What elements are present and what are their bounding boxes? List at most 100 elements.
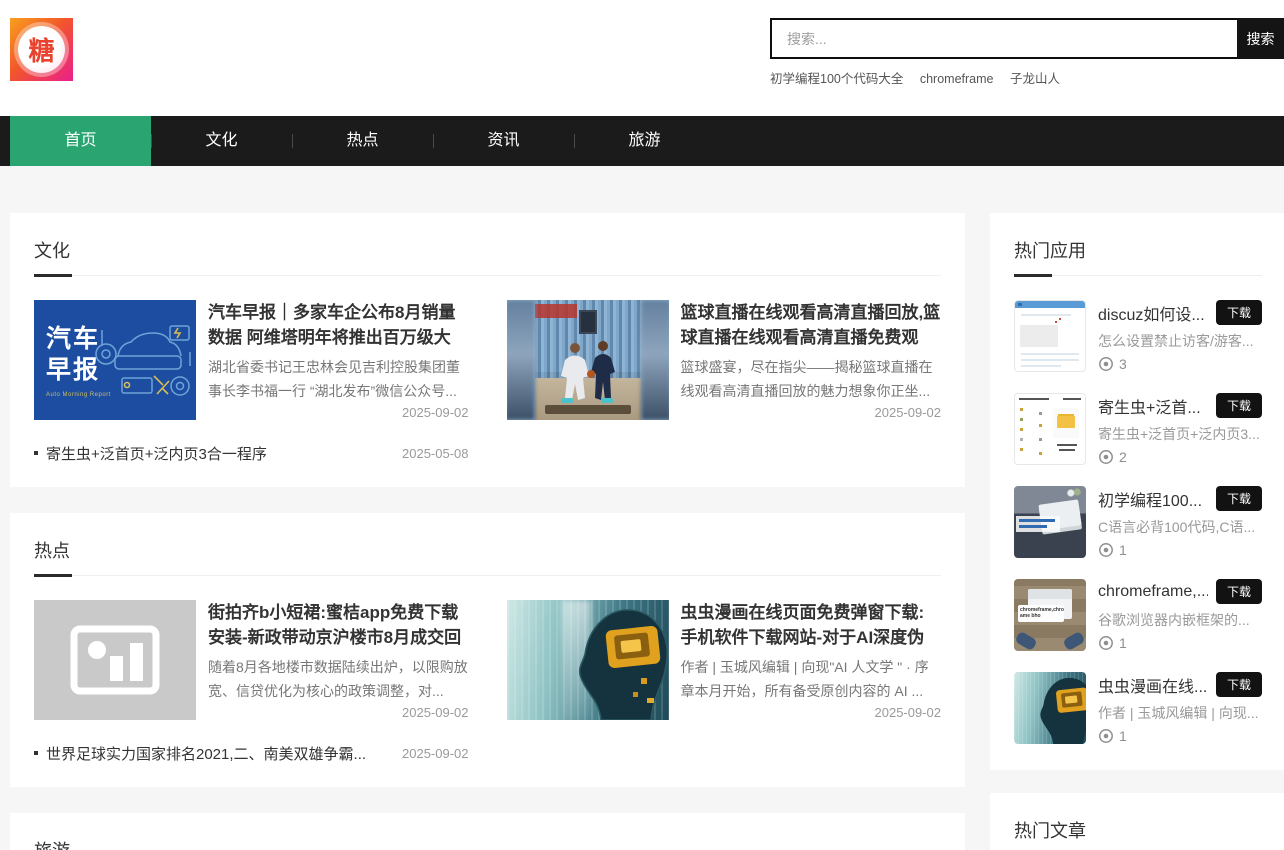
download-button[interactable]: 下载 <box>1216 486 1262 511</box>
download-button[interactable]: 下载 <box>1216 300 1262 325</box>
article-title[interactable]: 篮球直播在线观看高清直播回放,篮球直播在线观看高清直播免费观看... <box>681 300 942 350</box>
views-eye-icon <box>1098 449 1114 465</box>
bullet-icon <box>34 751 38 755</box>
search-area: 搜索 初学编程100个代码大全 chromeframe 子龙山人 <box>770 18 1284 87</box>
article-street[interactable]: 街拍齐b小短裙:蜜桔app免费下载安装-新政带动京沪楼市8月成交回升... 随着… <box>34 600 469 720</box>
news-list-item[interactable]: 寄生虫+泛首页+泛内页3合一程序 2025-05-08 <box>34 438 469 468</box>
nav-item-travel[interactable]: 旅游 <box>574 116 715 166</box>
app-views: 1 <box>1098 635 1262 651</box>
download-button[interactable]: 下载 <box>1216 672 1262 697</box>
hot-search-links: 初学编程100个代码大全 chromeframe 子龙山人 <box>770 68 1284 87</box>
sidebar-title: 热门应用 <box>1014 237 1262 263</box>
app-views: 1 <box>1098 728 1262 744</box>
article-image-basketball[interactable] <box>507 300 669 420</box>
app-title[interactable]: chromeframe,... <box>1098 583 1208 601</box>
hot-link-3[interactable]: 子龙山人 <box>1010 72 1060 86</box>
ai-head-art-small <box>1022 672 1086 744</box>
article-ai[interactable]: 虫虫漫画在线页面免费弹窗下载:手机软件下载网站-对于AI深度伪造... 作者 |… <box>507 600 942 720</box>
hot-link-1[interactable]: 初学编程100个代码大全 <box>770 72 903 86</box>
section-title: 文化 <box>34 237 941 263</box>
news-date: 2025-09-02 <box>402 746 469 761</box>
hot-link-2[interactable]: chromeframe <box>920 72 994 86</box>
main-nav: 首页 文化 热点 资讯 旅游 <box>0 116 1284 166</box>
app-thumbnail-discuz[interactable] <box>1014 300 1086 372</box>
chromeframe-label: chromeframe,chromefr ame bho <box>1018 605 1064 622</box>
section-header: 热点 <box>34 537 941 576</box>
main-column: 文化 汽车 早报 Auto Morning Report <box>10 213 965 850</box>
app-desc: 怎么设置禁止访客/游客... <box>1098 331 1262 351</box>
sidebar-hot-articles: 热门文章 <box>990 793 1284 850</box>
app-thumbnail-ai[interactable] <box>1014 672 1086 744</box>
nav-item-culture[interactable]: 文化 <box>151 116 292 166</box>
app-thumbnail-desk[interactable] <box>1014 486 1086 558</box>
app-desc: 谷歌浏览器内嵌框架的... <box>1098 610 1262 630</box>
article-image-placeholder[interactable] <box>34 600 196 720</box>
site-logo[interactable]: 糖 <box>10 18 73 81</box>
section-title: 旅游 <box>34 837 941 850</box>
article-desc: 篮球盛宴，尽在指尖——揭秘篮球直播在线观看高清直播回放的魅力想象你正坐... <box>681 355 942 403</box>
article-date: 2025-09-02 <box>208 405 469 420</box>
article-auto-report[interactable]: 汽车 早报 Auto Morning Report <box>34 300 469 420</box>
image-placeholder-icon <box>70 625 160 695</box>
views-eye-icon <box>1098 635 1114 651</box>
section-header: 文化 <box>34 237 941 276</box>
app-title[interactable]: 初学编程100... <box>1098 487 1202 511</box>
article-desc: 湖北省委书记王忠林会见吉利控股集团董事长李书福一行 “湖北发布”微信公众号... <box>208 355 469 403</box>
views-count: 3 <box>1119 356 1127 372</box>
article-basketball[interactable]: 篮球直播在线观看高清直播回放,篮球直播在线观看高清直播免费观看... 篮球盛宴，… <box>507 300 942 420</box>
app-item-discuz[interactable]: discuz如何设... 下载 怎么设置禁止访客/游客... 3 <box>1014 300 1262 372</box>
nav-item-hot[interactable]: 热点 <box>292 116 433 166</box>
nav-item-home[interactable]: 首页 <box>10 116 151 166</box>
app-item-chromeframe[interactable]: chromeframe,chromefr ame bho chromeframe… <box>1014 579 1262 651</box>
section-hot: 热点 街拍齐b小短裙:蜜桔app免费下载 <box>10 513 965 787</box>
app-views: 1 <box>1098 542 1262 558</box>
app-title[interactable]: 虫虫漫画在线... <box>1098 673 1207 697</box>
logo-circle: 糖 <box>18 26 65 73</box>
app-item-parasite[interactable]: 寄生虫+泛首... 下载 寄生虫+泛首页+泛内页3... 2 <box>1014 393 1262 465</box>
app-title[interactable]: discuz如何设... <box>1098 301 1205 325</box>
article-date: 2025-09-02 <box>681 405 942 420</box>
article-title[interactable]: 虫虫漫画在线页面免费弹窗下载:手机软件下载网站-对于AI深度伪造... <box>681 600 942 650</box>
download-button[interactable]: 下载 <box>1216 393 1262 418</box>
article-title[interactable]: 街拍齐b小短裙:蜜桔app免费下载安装-新政带动京沪楼市8月成交回升... <box>208 600 469 650</box>
search-button[interactable]: 搜索 <box>1237 18 1284 59</box>
app-item-coding[interactable]: 初学编程100... 下载 C语言必背100代码,C语... 1 <box>1014 486 1262 558</box>
section-travel: 旅游 <box>10 813 965 850</box>
app-desc: 作者 | 玉城风编辑 | 向现... <box>1098 703 1262 723</box>
app-views: 2 <box>1098 449 1262 465</box>
views-count: 1 <box>1119 542 1127 558</box>
app-desc: 寄生虫+泛首页+泛内页3... <box>1098 424 1262 444</box>
news-link[interactable]: 世界足球实力国家排名2021,二、南美双雄争霸... <box>46 743 388 764</box>
app-item-comic[interactable]: 虫虫漫画在线... 下载 作者 | 玉城风编辑 | 向现... 1 <box>1014 672 1262 744</box>
article-image-ai-head[interactable] <box>507 600 669 720</box>
ai-head-art <box>549 600 669 720</box>
site-header: 糖 搜索 初学编程100个代码大全 chromeframe 子龙山人 <box>0 0 1284 116</box>
views-eye-icon <box>1098 728 1114 744</box>
auto-report-line1: 汽车 <box>46 324 100 355</box>
nav-item-news[interactable]: 资讯 <box>433 116 574 166</box>
views-eye-icon <box>1098 542 1114 558</box>
views-count: 1 <box>1119 635 1127 651</box>
page: 糖 搜索 初学编程100个代码大全 chromeframe 子龙山人 首页 文化… <box>0 0 1284 850</box>
download-button[interactable]: 下载 <box>1216 579 1262 604</box>
news-date: 2025-05-08 <box>402 446 469 461</box>
article-date: 2025-09-02 <box>681 705 942 720</box>
views-count: 2 <box>1119 449 1127 465</box>
article-title[interactable]: 汽车早报｜多家车企公布8月销量数据 阿维塔明年将推出百万级大六... <box>208 300 469 350</box>
news-link[interactable]: 寄生虫+泛首页+泛内页3合一程序 <box>46 443 388 464</box>
news-list-item[interactable]: 世界足球实力国家排名2021,二、南美双雄争霸... 2025-09-02 <box>34 738 469 768</box>
app-views: 3 <box>1098 356 1262 372</box>
article-date: 2025-09-02 <box>208 705 469 720</box>
bullet-icon <box>34 451 38 455</box>
views-eye-icon <box>1098 356 1114 372</box>
sidebar: 热门应用 <box>990 213 1284 850</box>
app-thumbnail-laptop[interactable]: chromeframe,chromefr ame bho <box>1014 579 1086 651</box>
app-thumbnail-files[interactable] <box>1014 393 1086 465</box>
auto-report-line2: 早报 <box>46 355 100 386</box>
article-desc: 作者 | 玉城风编辑 | 向现"AI 人文学 " · 序章本月开始，所有备受原创… <box>681 655 942 703</box>
article-image-auto-report[interactable]: 汽车 早报 Auto Morning Report <box>34 300 196 420</box>
search-input[interactable] <box>770 18 1237 59</box>
app-title[interactable]: 寄生虫+泛首... <box>1098 394 1201 418</box>
sidebar-hot-apps: 热门应用 <box>990 213 1284 770</box>
car-line-art-icon <box>94 310 194 410</box>
